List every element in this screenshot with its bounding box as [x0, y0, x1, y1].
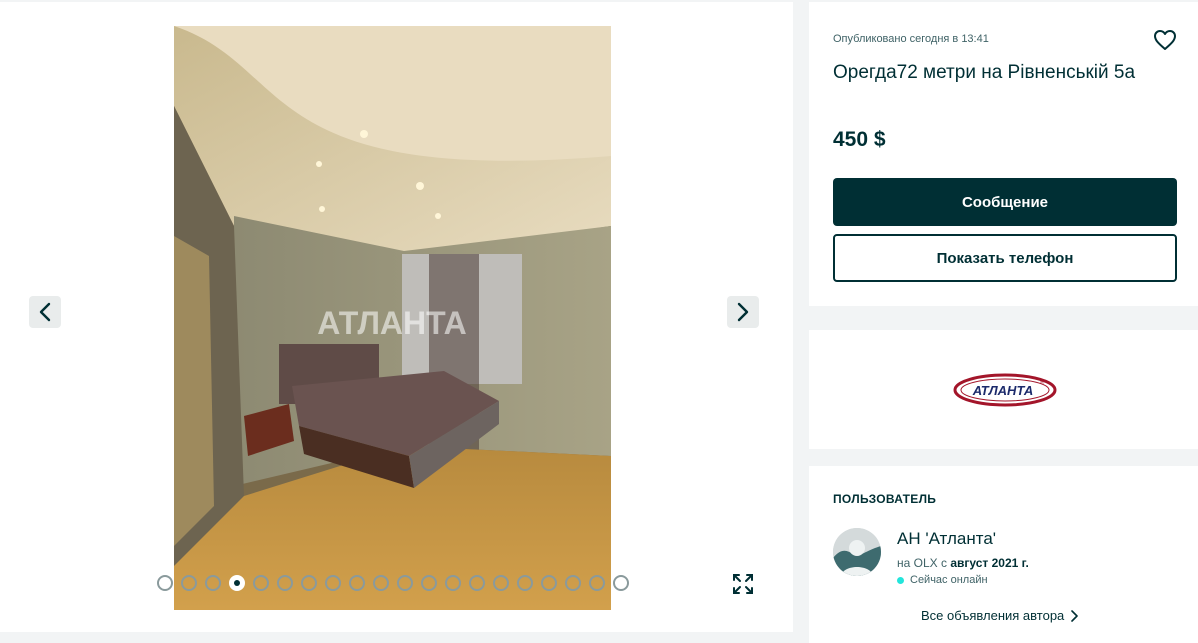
pagination-dot[interactable]: [469, 575, 485, 591]
chevron-left-icon: [39, 302, 51, 322]
all-seller-ads-link[interactable]: Все объявления автора: [921, 608, 1079, 623]
pagination-dot[interactable]: [349, 575, 365, 591]
photo-watermark: АТЛАНТА: [317, 305, 467, 341]
pagination-dot[interactable]: [229, 575, 245, 591]
agency-logo-card: АТЛАНТА ®: [809, 330, 1198, 449]
photo-pagination-dots: [157, 575, 629, 591]
all-ads-label: Все объявления автора: [921, 608, 1065, 623]
avatar[interactable]: [833, 528, 881, 576]
registered-mark: ®: [1040, 379, 1045, 386]
online-status: Сейчас онлайн: [897, 574, 988, 586]
ad-summary-card: Опубликовано сегодня в 13:41 Орегда72 ме…: [809, 2, 1198, 306]
pagination-dot[interactable]: [277, 575, 293, 591]
fullscreen-button[interactable]: [727, 568, 759, 600]
heart-icon: [1154, 30, 1176, 50]
seller-since-date: август 2021 г.: [950, 556, 1029, 570]
pagination-dot[interactable]: [421, 575, 437, 591]
pagination-dot[interactable]: [517, 575, 533, 591]
chevron-right-icon: [737, 302, 749, 322]
pagination-dot[interactable]: [397, 575, 413, 591]
pagination-dot[interactable]: [589, 575, 605, 591]
pagination-dot[interactable]: [157, 575, 173, 591]
pagination-dot[interactable]: [445, 575, 461, 591]
listing-photo[interactable]: АТЛАНТА: [174, 26, 611, 610]
ad-title: Орегда72 метри на Рівненській 5а: [833, 62, 1136, 83]
pagination-dot[interactable]: [253, 575, 269, 591]
expand-icon: [733, 574, 753, 594]
pagination-dot[interactable]: [493, 575, 509, 591]
online-dot-icon: [897, 576, 904, 584]
message-button[interactable]: Сообщение: [833, 178, 1177, 226]
pagination-dot[interactable]: [565, 575, 581, 591]
pagination-dot[interactable]: [613, 575, 629, 591]
pagination-dot[interactable]: [181, 575, 197, 591]
agency-logo-text: АТЛАНТА: [972, 383, 1034, 398]
seller-since-prefix: на OLX с: [897, 556, 947, 570]
pagination-dot[interactable]: [301, 575, 317, 591]
ad-price: 450 $: [833, 128, 886, 151]
pagination-dot[interactable]: [205, 575, 221, 591]
prev-photo-button[interactable]: [29, 296, 61, 328]
agency-logo[interactable]: АТЛАНТА ®: [953, 373, 1057, 411]
pagination-dot[interactable]: [541, 575, 557, 591]
seller-heading: ПОЛЬЗОВАТЕЛЬ: [833, 492, 937, 506]
pagination-dot[interactable]: [373, 575, 389, 591]
seller-since: на OLX с август 2021 г.: [897, 556, 1029, 570]
seller-name[interactable]: АН 'Атланта': [897, 529, 996, 549]
user-avatar-icon: [833, 528, 881, 576]
seller-card: ПОЛЬЗОВАТЕЛЬ АН 'Атланта' на OLX с авгус…: [809, 466, 1198, 643]
pagination-dot[interactable]: [325, 575, 341, 591]
online-status-text: Сейчас онлайн: [910, 574, 988, 586]
published-date: Опубликовано сегодня в 13:41: [833, 33, 989, 45]
chevron-right-icon: [1071, 609, 1079, 622]
show-phone-button[interactable]: Показать телефон: [833, 234, 1177, 282]
favorite-button[interactable]: [1153, 29, 1177, 55]
photo-gallery: АТЛАНТА: [0, 2, 793, 632]
next-photo-button[interactable]: [727, 296, 759, 328]
